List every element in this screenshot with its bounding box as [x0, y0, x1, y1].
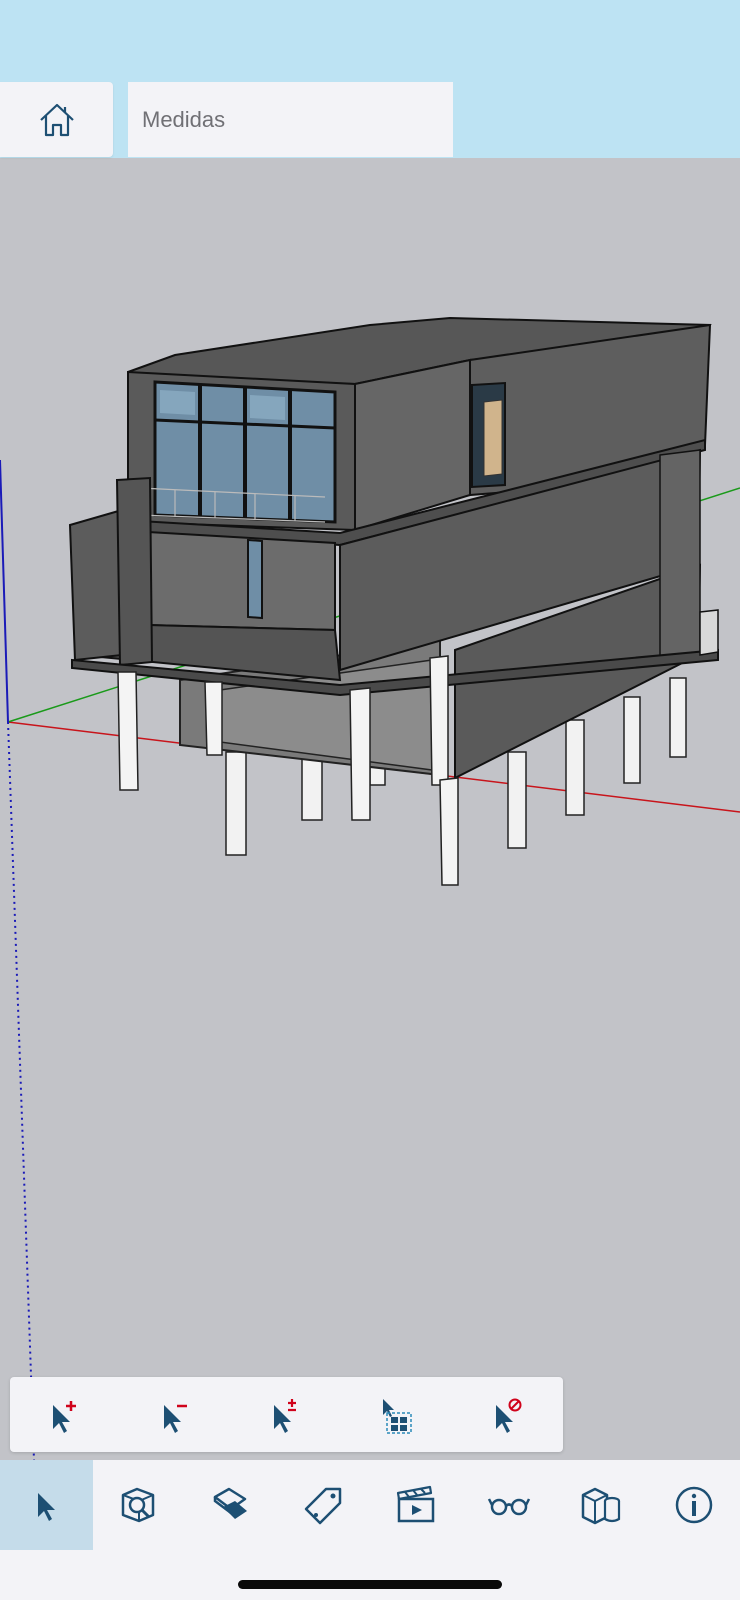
cursor-minus-icon — [163, 1404, 187, 1433]
bottom-tab-bar — [0, 1460, 740, 1600]
column — [349, 687, 371, 821]
select-all-tool[interactable] — [367, 1385, 427, 1445]
cursor-icon — [38, 1493, 56, 1521]
balcony-glass-door — [247, 538, 263, 620]
glass-curtain-wall — [153, 380, 337, 524]
column — [204, 681, 223, 756]
info-tab[interactable] — [648, 1460, 740, 1550]
cursor-plus-minus-icon — [274, 1398, 297, 1433]
side-ledge — [699, 609, 719, 656]
entities-tab[interactable] — [555, 1460, 648, 1550]
first-floor-side-panel — [659, 449, 701, 666]
select-subtract-tool[interactable] — [146, 1385, 206, 1445]
wood-door — [483, 399, 503, 477]
section-tab[interactable] — [185, 1460, 278, 1550]
cube-search-icon — [121, 1487, 154, 1523]
column — [439, 777, 459, 886]
blue-axis-negative — [7, 721, 35, 1460]
balcony-side-wall — [68, 508, 123, 662]
select-toggle-tool[interactable] — [256, 1385, 316, 1445]
components-icon — [582, 1487, 621, 1525]
column — [117, 671, 139, 791]
home-indicator[interactable] — [238, 1580, 502, 1589]
column — [429, 655, 449, 786]
tag-icon — [304, 1487, 341, 1525]
column — [507, 751, 527, 849]
blue-axis — [0, 459, 9, 723]
column — [565, 719, 585, 816]
selection-toolbar — [10, 1377, 563, 1452]
section-plane-icon — [214, 1487, 248, 1519]
scene-tab-medidas[interactable]: Medidas — [128, 82, 453, 157]
info-icon — [675, 1486, 712, 1524]
scene-tab-label: Medidas — [142, 106, 226, 132]
home-icon — [39, 103, 74, 136]
column — [669, 677, 687, 758]
cursor-clear-icon — [495, 1398, 522, 1433]
scenes-tab[interactable] — [370, 1460, 463, 1550]
select-none-tool[interactable] — [478, 1385, 538, 1445]
building-model-3d — [0, 316, 740, 1460]
column — [623, 696, 641, 784]
glasses-icon — [487, 1498, 530, 1516]
select-tab[interactable] — [0, 1460, 93, 1550]
balcony-back-wall — [147, 530, 336, 632]
style-tab[interactable] — [463, 1460, 556, 1550]
balcony-pillar — [115, 476, 154, 667]
cursor-select-all-icon — [383, 1398, 412, 1434]
model-viewport[interactable] — [0, 158, 740, 1460]
select-add-tool[interactable] — [35, 1385, 95, 1445]
cursor-plus-icon — [53, 1400, 77, 1433]
clapperboard-icon — [397, 1485, 435, 1523]
view-tab[interactable] — [93, 1460, 186, 1550]
tags-tab[interactable] — [278, 1460, 371, 1550]
home-button[interactable] — [0, 82, 113, 157]
column — [225, 751, 247, 856]
